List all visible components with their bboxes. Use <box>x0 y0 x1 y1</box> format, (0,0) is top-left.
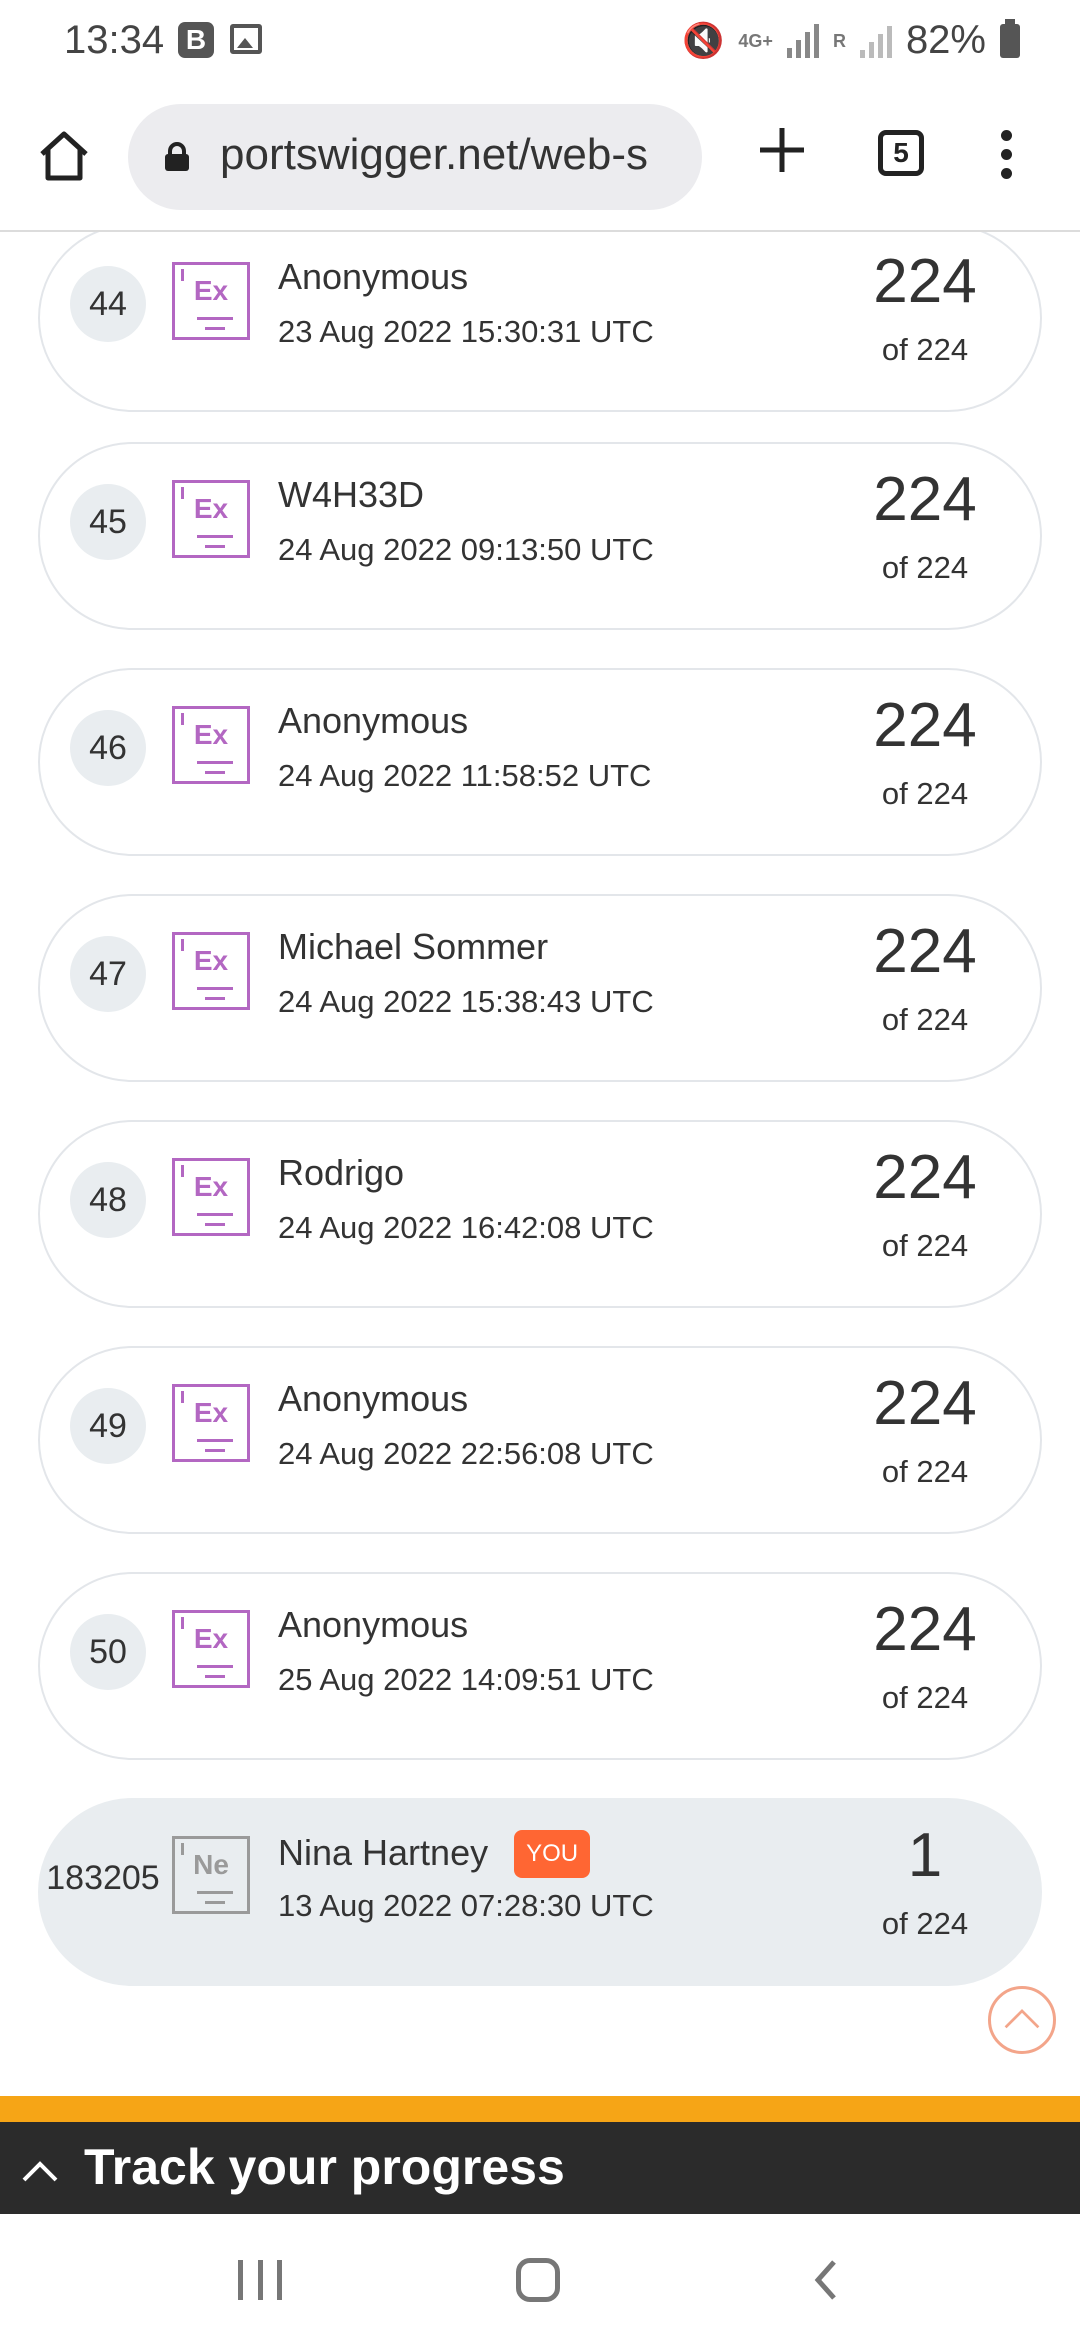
rank-number: 183205 <box>46 1859 160 1897</box>
score-total: of 224 <box>881 1228 969 1263</box>
expert-badge-icon: Ex <box>172 1158 250 1236</box>
battery-icon <box>1000 18 1020 58</box>
score-total: of 224 <box>881 332 969 367</box>
status-indicators: 🔇 4G+ R 82% <box>682 18 1020 63</box>
score-total: of 224 <box>881 1906 969 1941</box>
scroll-top-icon[interactable] <box>988 1986 1056 2054</box>
newbie-badge-icon: Ne <box>172 1836 250 1914</box>
score: 224 <box>873 1143 977 1212</box>
browser-toolbar: portswigger.net/web-s 5 <box>0 84 1080 232</box>
rank-number: 49 <box>70 1388 146 1464</box>
user-name: Anonymous <box>278 700 469 741</box>
score-total: of 224 <box>881 776 969 811</box>
completion-date: 24 Aug 2022 22:56:08 UTC <box>278 1436 654 1471</box>
you-badge: YOU <box>514 1830 591 1878</box>
user-name: Anonymous <box>278 256 469 297</box>
table-row: 49 Ex Anonymous 24 Aug 2022 22:56:08 UTC… <box>38 1346 1042 1534</box>
url-bar[interactable]: portswigger.net/web-s <box>128 104 702 210</box>
score-total: of 224 <box>881 1680 969 1715</box>
status-time: 13:34 <box>64 18 165 62</box>
nav-home-icon[interactable] <box>516 2258 560 2302</box>
mute-icon: 🔇 <box>682 21 725 60</box>
url-text[interactable]: portswigger.net/web-s <box>220 130 648 180</box>
nav-back-icon[interactable] <box>806 2258 846 2302</box>
rank-number: 46 <box>70 710 146 786</box>
roaming-indicator: R <box>832 30 846 51</box>
completion-date: 24 Aug 2022 11:58:52 UTC <box>278 758 652 793</box>
table-row: 44 Ex Anonymous 23 Aug 2022 15:30:31 UTC… <box>38 232 1042 412</box>
score: 224 <box>873 465 977 534</box>
image-notification-icon <box>230 24 262 54</box>
user-name-text: Nina Hartney <box>278 1832 489 1873</box>
chevron-up-icon[interactable] <box>20 2152 60 2192</box>
rank-number: 48 <box>70 1162 146 1238</box>
user-name: Michael Sommer <box>278 926 549 967</box>
plus-icon[interactable] <box>756 124 808 176</box>
score: 224 <box>873 1369 977 1438</box>
home-icon[interactable] <box>36 128 92 184</box>
table-row: 45 Ex W4H33D 24 Aug 2022 09:13:50 UTC 22… <box>38 442 1042 630</box>
signal-icon-2 <box>859 24 892 58</box>
more-vert-icon[interactable] <box>998 130 1014 182</box>
status-bar: 13:34 B 🔇 4G+ R 82% <box>0 0 1080 84</box>
leaderboard-list[interactable]: 44 Ex Anonymous 23 Aug 2022 15:30:31 UTC… <box>0 232 1080 2096</box>
score: 224 <box>873 247 977 316</box>
user-name: Anonymous <box>278 1378 469 1419</box>
battery-percent: 82% <box>905 18 986 62</box>
expert-badge-icon: Ex <box>172 706 250 784</box>
user-name: Anonymous <box>278 1604 469 1645</box>
expert-badge-icon: Ex <box>172 1610 250 1688</box>
completion-date: 24 Aug 2022 15:38:43 UTC <box>278 984 654 1019</box>
current-user-row: 183205 Ne Nina Hartney YOU 13 Aug 2022 07… <box>38 1798 1042 1986</box>
system-nav-bar <box>0 2214 1080 2340</box>
completion-date: 24 Aug 2022 16:42:08 UTC <box>278 1210 654 1245</box>
completion-date: 25 Aug 2022 14:09:51 UTC <box>278 1662 654 1697</box>
table-row: 46 Ex Anonymous 24 Aug 2022 11:58:52 UTC… <box>38 668 1042 856</box>
nav-recent-icon[interactable] <box>238 2260 282 2300</box>
lock-icon <box>165 142 189 171</box>
score: 224 <box>873 691 977 760</box>
expert-badge-icon: Ex <box>172 932 250 1010</box>
track-progress-bar[interactable]: Track your progress <box>0 2096 1080 2214</box>
user-name: Nina Hartney YOU <box>278 1830 591 1878</box>
expert-badge-icon: Ex <box>172 1384 250 1462</box>
completion-date: 24 Aug 2022 09:13:50 UTC <box>278 532 654 567</box>
rank-number: 45 <box>70 484 146 560</box>
signal-icon <box>786 23 819 58</box>
expert-badge-icon: Ex <box>172 262 250 340</box>
score: 224 <box>873 917 977 986</box>
user-name: Rodrigo <box>278 1152 405 1193</box>
score-total: of 224 <box>881 1002 969 1037</box>
table-row: 48 Ex Rodrigo 24 Aug 2022 16:42:08 UTC 2… <box>38 1120 1042 1308</box>
track-progress-label[interactable]: Track your progress <box>84 2138 565 2196</box>
b-notification-icon: B <box>178 22 214 58</box>
rank-number: 44 <box>70 266 146 342</box>
network-type: 4G+ <box>738 30 773 51</box>
score-total: of 224 <box>881 1454 969 1489</box>
score: 224 <box>873 1595 977 1664</box>
table-row: 50 Ex Anonymous 25 Aug 2022 14:09:51 UTC… <box>38 1572 1042 1760</box>
score-total: of 224 <box>881 550 969 585</box>
completion-date: 13 Aug 2022 07:28:30 UTC <box>278 1888 654 1923</box>
user-name: W4H33D <box>278 474 425 515</box>
table-row: 47 Ex Michael Sommer 24 Aug 2022 15:38:4… <box>38 894 1042 1082</box>
score: 1 <box>907 1821 943 1890</box>
tabs-icon[interactable]: 5 <box>878 130 924 176</box>
completion-date: 23 Aug 2022 15:30:31 UTC <box>278 314 654 349</box>
rank-number: 50 <box>70 1614 146 1690</box>
expert-badge-icon: Ex <box>172 480 250 558</box>
rank-number: 47 <box>70 936 146 1012</box>
